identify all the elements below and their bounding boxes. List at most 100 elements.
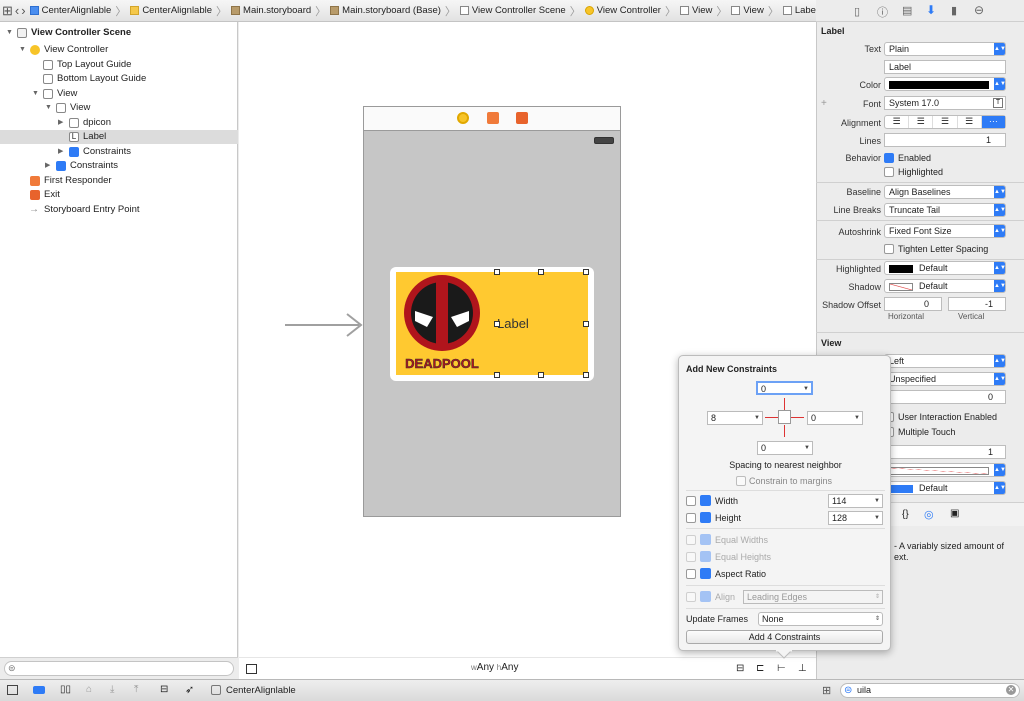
disclosure-triangle-icon[interactable]: ▶ (45, 159, 50, 173)
outline-item-view[interactable]: ▼ View (0, 87, 238, 101)
trailing-constraint-strut[interactable] (791, 417, 804, 418)
outline-scene[interactable]: ▼ View Controller Scene (0, 26, 238, 40)
forward-arrow-icon[interactable]: › (21, 3, 25, 18)
top-spacing-field[interactable]: 0 ▼ (756, 381, 813, 395)
size-icon[interactable]: ▮ (951, 4, 957, 17)
outline-item-top-layout-guide[interactable]: Top Layout Guide (0, 58, 238, 72)
autoshrink-popup[interactable]: Fixed Font Size ▲▼ (884, 224, 1006, 238)
height-checkbox[interactable] (686, 513, 696, 523)
first-responder-icon[interactable] (487, 112, 499, 124)
outline-item-first-responder[interactable]: First Responder (0, 174, 238, 188)
color-popup[interactable]: ▲▼ (884, 77, 1006, 91)
font-picker-icon[interactable]: T (993, 98, 1003, 108)
attributes-icon[interactable]: ⬇ (926, 3, 936, 17)
identity-icon[interactable]: ▤ (902, 4, 912, 17)
background-color-popup[interactable]: ▲▼ (884, 463, 1006, 477)
resize-handle[interactable] (494, 269, 500, 275)
align-natural-icon[interactable]: ··· (981, 116, 1006, 128)
grid-icon[interactable]: ⊞ (2, 3, 13, 19)
breadcrumb-scene[interactable]: View Controller Scene 〉 (459, 3, 581, 19)
object-library-icon[interactable]: ◎ (924, 508, 934, 521)
view-debugger-icon[interactable]: ⊟ (160, 684, 168, 695)
exit-icon[interactable] (516, 112, 528, 124)
resolve-icon[interactable]: ⊥ (798, 663, 807, 674)
equal-heights-checkbox[interactable] (686, 552, 696, 562)
breadcrumb-label[interactable]: Label (782, 5, 816, 16)
trailing-spacing-field[interactable]: 0 ▼ (807, 411, 863, 425)
outline-item-entry-point[interactable]: → Storyboard Entry Point (0, 203, 238, 217)
line-breaks-popup[interactable]: Truncate Tail ▲▼ (884, 203, 1006, 217)
highlighted-checkbox[interactable] (884, 167, 894, 177)
help-icon[interactable]: ⓘ (877, 4, 888, 20)
media-library-icon[interactable]: ▣ (950, 508, 959, 519)
label-element[interactable]: Label (497, 316, 529, 331)
align-center-icon[interactable]: ☰ (909, 116, 934, 128)
outline-item-dpicon[interactable]: ▶ dpicon (0, 116, 238, 130)
leading-spacing-field[interactable]: 8 ▼ (707, 411, 763, 425)
disclosure-triangle-icon[interactable]: ▼ (6, 26, 13, 40)
breadcrumb-view[interactable]: View 〉 (679, 3, 727, 19)
semantic-popup[interactable]: Unspecified ▲▼ (884, 372, 1006, 386)
breadcrumb-project[interactable]: CenterAlignlable 〉 (29, 3, 126, 19)
bottom-spacing-field[interactable]: 0 ▼ (757, 441, 813, 455)
code-snippet-icon[interactable]: {} (902, 509, 909, 520)
content-mode-popup[interactable]: Left ▲▼ (884, 354, 1006, 368)
equal-widths-checkbox[interactable] (686, 535, 696, 545)
step-out-icon[interactable]: ⤒ (134, 684, 138, 695)
outline-item-constraints-inner[interactable]: ▶ Constraints (0, 145, 238, 159)
text-type-popup[interactable]: Plain ▲▼ (884, 42, 1006, 56)
align-icon[interactable]: ⊏ (756, 663, 764, 674)
tighten-letter-spacing-checkbox[interactable] (884, 244, 894, 254)
lines-field[interactable]: 1 (884, 133, 1006, 147)
hide-debug-area-icon[interactable] (7, 685, 18, 695)
breadcrumb-storyboard-base[interactable]: Main.storyboard (Base) 〉 (330, 3, 456, 19)
tint-popup[interactable]: Default ▲▼ (884, 481, 1006, 495)
outline-item-view-controller[interactable]: ▼ View Controller (0, 43, 238, 57)
resize-handle[interactable] (583, 372, 589, 378)
outline-item-subview[interactable]: ▼ View (0, 101, 238, 115)
back-arrow-icon[interactable]: ‹ (15, 3, 19, 18)
align-justify-icon[interactable]: ☰ (958, 116, 982, 128)
width-value-field[interactable]: 114 ▼ (828, 494, 883, 508)
shadow-horizontal-field[interactable]: 0 (884, 297, 942, 311)
alpha-field[interactable]: 1 (884, 445, 1006, 459)
align-right-icon[interactable]: ☰ (933, 116, 958, 128)
alignment-segmented-control[interactable]: ☰ ☰ ☰ ☰ ··· (884, 115, 1006, 129)
disclosure-triangle-icon[interactable]: ▼ (19, 43, 26, 57)
resize-handle[interactable] (583, 269, 589, 275)
aspect-ratio-checkbox[interactable] (686, 569, 696, 579)
disclosure-triangle-icon[interactable]: ▼ (45, 101, 52, 115)
pin-icon[interactable]: ⊢ (777, 663, 786, 674)
shadow-vertical-field[interactable]: -1 (948, 297, 1006, 311)
resize-handle[interactable] (538, 269, 544, 275)
stack-icon[interactable]: ⊟ (736, 663, 744, 674)
outline-toggle-icon[interactable] (246, 664, 257, 674)
outline-item-bottom-layout-guide[interactable]: Bottom Layout Guide (0, 72, 238, 86)
view-controller-icon[interactable] (457, 112, 469, 124)
align-checkbox[interactable] (686, 592, 696, 602)
file-icon[interactable]: ▯ (854, 5, 860, 18)
clear-icon[interactable]: ✕ (1006, 685, 1016, 695)
step-in-icon[interactable]: ⤓ (110, 684, 114, 695)
align-left-icon[interactable]: ☰ (885, 116, 910, 128)
location-icon[interactable]: ➶ (185, 683, 194, 696)
breadcrumb-storyboard[interactable]: Main.storyboard 〉 (231, 3, 326, 19)
font-field[interactable]: System 17.0 T (884, 96, 1006, 110)
outline-item-label[interactable]: L Label (0, 130, 238, 144)
add-constraints-button[interactable]: Add 4 Constraints (686, 630, 883, 644)
resize-handle[interactable] (494, 321, 500, 327)
disclosure-triangle-icon[interactable]: ▼ (32, 87, 39, 101)
disclosure-triangle-icon[interactable]: ▶ (58, 145, 63, 159)
highlighted-color-popup[interactable]: Default ▲▼ (884, 261, 1006, 275)
outline-item-constraints-outer[interactable]: ▶ Constraints (0, 159, 238, 173)
label-text-field[interactable]: Label (884, 60, 1006, 74)
bottom-constraint-strut[interactable] (784, 425, 785, 437)
breadcrumb-view-2[interactable]: View 〉 (731, 3, 779, 19)
resize-handle[interactable] (538, 372, 544, 378)
breadcrumb-folder[interactable]: CenterAlignlable 〉 (130, 3, 227, 19)
library-filter-input[interactable]: ⊜ uila ✕ (840, 683, 1020, 698)
update-frames-popup[interactable]: None ⇕ (758, 612, 883, 626)
pause-icon[interactable]: ▯▯ (60, 684, 71, 695)
outline-filter-input[interactable]: ⊜ (4, 661, 234, 676)
connections-icon[interactable]: ⊖ (974, 3, 984, 17)
